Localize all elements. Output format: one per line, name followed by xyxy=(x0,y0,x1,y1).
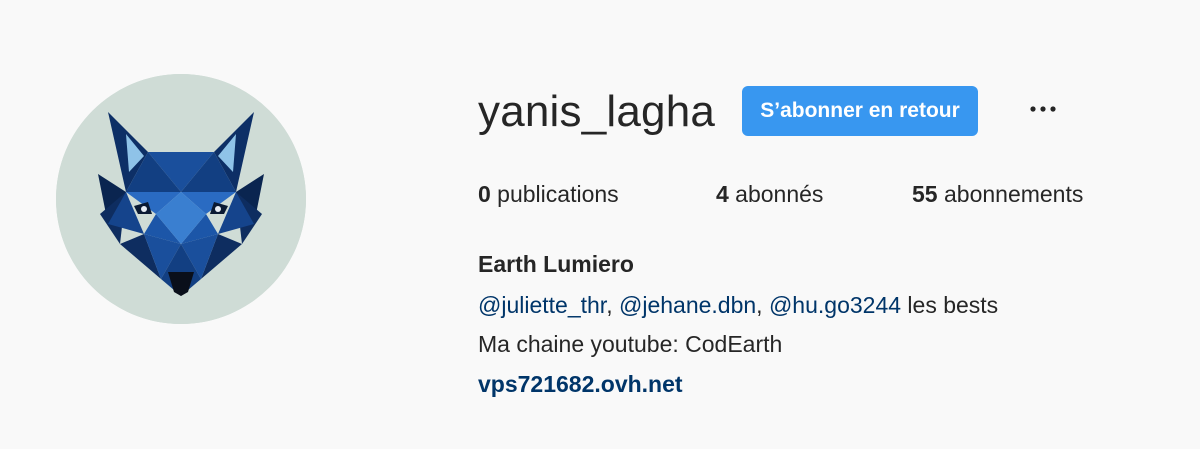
mention-separator: , xyxy=(606,292,619,318)
posts-count: 0 xyxy=(478,181,491,207)
mention-link[interactable]: @hu.go3244 xyxy=(769,292,901,318)
mention-link[interactable]: @juliette_thr xyxy=(478,292,606,318)
bio-text: les bests xyxy=(901,292,999,318)
profile-avatar[interactable] xyxy=(56,74,306,324)
follow-back-button[interactable]: S’abonner en retour xyxy=(742,86,978,136)
wolf-avatar-icon xyxy=(56,74,306,324)
bio-youtube-line: Ma chaine youtube: CodEarth xyxy=(478,331,783,357)
profile-full-name: Earth Lumiero xyxy=(478,251,634,277)
stat-posts: 0 publications xyxy=(478,176,619,212)
posts-label: publications xyxy=(490,181,619,207)
profile-stats: 0 publications 4 abonnés 55 abonnements xyxy=(478,176,1178,212)
following-label: abonnements xyxy=(937,181,1084,207)
following-count: 55 xyxy=(912,181,938,207)
bio-mentions-line: @juliette_thr, @jehane.dbn, @hu.go3244 l… xyxy=(478,286,998,324)
more-options-icon xyxy=(1030,106,1056,112)
mention-separator: , xyxy=(756,292,769,318)
stat-following[interactable]: 55 abonnements xyxy=(912,176,1083,212)
profile-info: yanis_lagha S’abonner en retour 0 public… xyxy=(478,0,1178,449)
more-options-button[interactable] xyxy=(1026,92,1060,126)
website-link[interactable]: vps721682.ovh.net xyxy=(478,366,683,402)
profile-username: yanis_lagha xyxy=(478,87,716,136)
followers-count: 4 xyxy=(716,181,729,207)
followers-label: abonnés xyxy=(728,181,824,207)
stat-followers[interactable]: 4 abonnés xyxy=(716,176,823,212)
mention-link[interactable]: @jehane.dbn xyxy=(619,292,756,318)
